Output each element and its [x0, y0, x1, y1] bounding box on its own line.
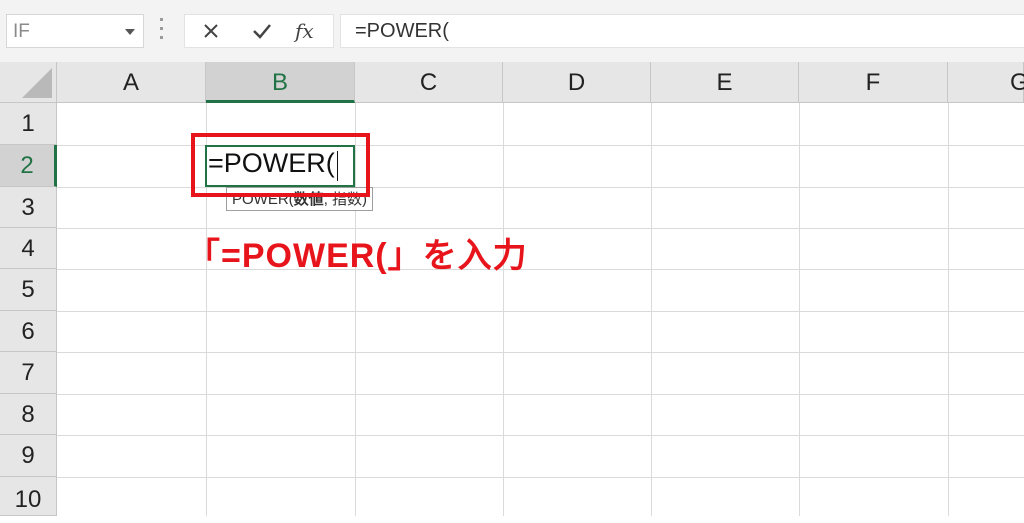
instruction-annotation: 「=POWER(」を入力 [186, 237, 528, 275]
chevron-down-icon[interactable] [125, 29, 135, 35]
grid-line [948, 103, 949, 516]
row-header-3[interactable]: 3 [0, 187, 57, 228]
select-all-button[interactable] [0, 62, 57, 103]
row-header-6[interactable]: 6 [0, 311, 57, 352]
row-header-1[interactable]: 1 [0, 103, 57, 145]
highlight-box [191, 133, 370, 197]
grid-line [57, 352, 1024, 353]
formula-input[interactable]: =POWER( [340, 14, 1024, 48]
formula-bar: IF fx =POWER( [0, 0, 1024, 62]
close-icon [204, 24, 218, 38]
grid-line [651, 103, 652, 516]
column-header-f[interactable]: F [799, 62, 948, 103]
checkmark-icon [253, 24, 271, 39]
column-header-b[interactable]: B [206, 62, 355, 103]
grid-line [57, 311, 1024, 312]
grid-line [799, 103, 800, 516]
formula-buttons: fx [184, 14, 334, 48]
row-header-4[interactable]: 4 [0, 228, 57, 269]
insert-function-button[interactable]: fx [295, 19, 314, 43]
grid-line [503, 103, 504, 516]
row-header-8[interactable]: 8 [0, 394, 57, 435]
column-header-e[interactable]: E [651, 62, 799, 103]
formula-text: =POWER( [355, 20, 449, 42]
enter-button[interactable] [241, 15, 281, 47]
column-header-c[interactable]: C [355, 62, 503, 103]
row-header-10[interactable]: 10 [0, 477, 57, 516]
drag-handle-icon[interactable] [160, 18, 163, 42]
column-header-g[interactable]: G [948, 62, 1024, 103]
grid-line [57, 435, 1024, 436]
row-header-9[interactable]: 9 [0, 435, 57, 477]
name-box-value: IF [13, 21, 30, 42]
column-header-a[interactable]: A [57, 62, 206, 103]
grid-line [57, 394, 1024, 395]
row-header-7[interactable]: 7 [0, 352, 57, 394]
grid-line [57, 477, 1024, 478]
name-box[interactable]: IF [6, 14, 144, 48]
row-header-2[interactable]: 2 [0, 145, 57, 187]
column-header-d[interactable]: D [503, 62, 651, 103]
cancel-button[interactable] [191, 15, 231, 47]
row-header-5[interactable]: 5 [0, 269, 57, 311]
